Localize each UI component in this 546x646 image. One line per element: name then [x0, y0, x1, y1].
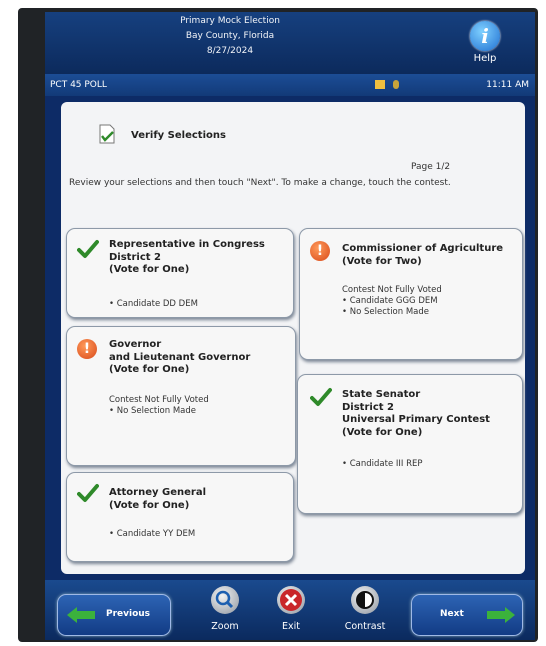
previous-button[interactable]: Previous [57, 594, 171, 636]
exit-label: Exit [282, 621, 300, 632]
contrast-icon [351, 586, 379, 614]
page-indicator: Page 1/2 [411, 162, 451, 172]
contest-selection: • Candidate III REP [342, 459, 423, 469]
contest-title: Representative in Congress District 2 (V… [109, 239, 265, 275]
arrow-left-icon [67, 607, 95, 623]
contest-selection: • No Selection Made [109, 406, 197, 416]
contrast-button[interactable]: Contrast [335, 586, 395, 632]
help-button[interactable]: i Help [455, 18, 515, 70]
previous-label: Previous [106, 609, 151, 619]
instructions: Review your selections and then touch "N… [69, 178, 451, 188]
next-button[interactable]: Next [411, 594, 523, 636]
document-check-icon [99, 124, 115, 144]
contest-selection: • Candidate DD DEM [109, 299, 198, 309]
status-bar: PCT 45 POLL 11:11 AM [45, 74, 535, 96]
contest-selection: • Candidate YY DEM [109, 529, 196, 539]
warning-icon: ! [310, 241, 330, 261]
clock: 11:11 AM [486, 80, 529, 90]
contrast-label: Contrast [344, 621, 386, 632]
contest-card-attorney-general[interactable]: Attorney General (Vote for One) • Candid… [66, 472, 294, 562]
contest-selection: • No Selection Made [342, 307, 430, 317]
info-icon: i [470, 21, 500, 51]
contest-card-congress[interactable]: Representative in Congress District 2 (V… [66, 228, 294, 318]
contest-title: Governor and Lieutenant Governor (Vote f… [109, 339, 251, 375]
navigation-bar: Previous Zoom Exit Contrast Next [45, 580, 535, 640]
zoom-button[interactable]: Zoom [195, 586, 255, 632]
audio-icon [393, 80, 399, 89]
checkmark-icon [77, 240, 99, 258]
warning-icon: ! [77, 339, 97, 359]
election-header: Primary Mock Election Bay County, Florid… [45, 12, 535, 74]
help-label: Help [473, 53, 497, 64]
exit-icon [277, 586, 305, 614]
checkmark-icon [310, 388, 332, 406]
next-label: Next [440, 609, 464, 619]
contest-card-agriculture[interactable]: ! Commissioner of Agriculture (Vote for … [299, 228, 523, 360]
contest-title: Commissioner of Agriculture (Vote for Tw… [342, 243, 504, 267]
checkmark-icon [77, 484, 99, 502]
contest-status: Contest Not Fully Voted [342, 285, 442, 295]
contest-status: Contest Not Fully Voted [109, 395, 209, 405]
contest-title: State Senator District 2 Universal Prima… [342, 389, 490, 438]
exit-button[interactable]: Exit [261, 586, 321, 632]
contest-card-governor[interactable]: ! Governor and Lieutenant Governor (Vote… [66, 326, 296, 466]
election-county: Bay County, Florida [185, 31, 275, 41]
contest-card-state-senator[interactable]: State Senator District 2 Universal Prima… [297, 374, 523, 514]
page-title: Verify Selections [131, 130, 226, 141]
poll-name: PCT 45 POLL [50, 80, 107, 90]
flag-icon [375, 80, 385, 89]
election-name: Primary Mock Election [180, 16, 280, 26]
contest-selection: • Candidate GGG DEM [342, 296, 438, 306]
arrow-right-icon [487, 607, 515, 623]
voting-screen: Primary Mock Election Bay County, Florid… [45, 12, 535, 640]
election-info: Primary Mock Election Bay County, Florid… [155, 14, 305, 59]
zoom-label: Zoom [211, 621, 239, 632]
zoom-icon [211, 586, 239, 614]
review-panel: Verify Selections Page 1/2 Review your s… [61, 102, 525, 574]
contest-title: Attorney General (Vote for One) [109, 487, 207, 511]
election-date: 8/27/2024 [206, 46, 254, 56]
